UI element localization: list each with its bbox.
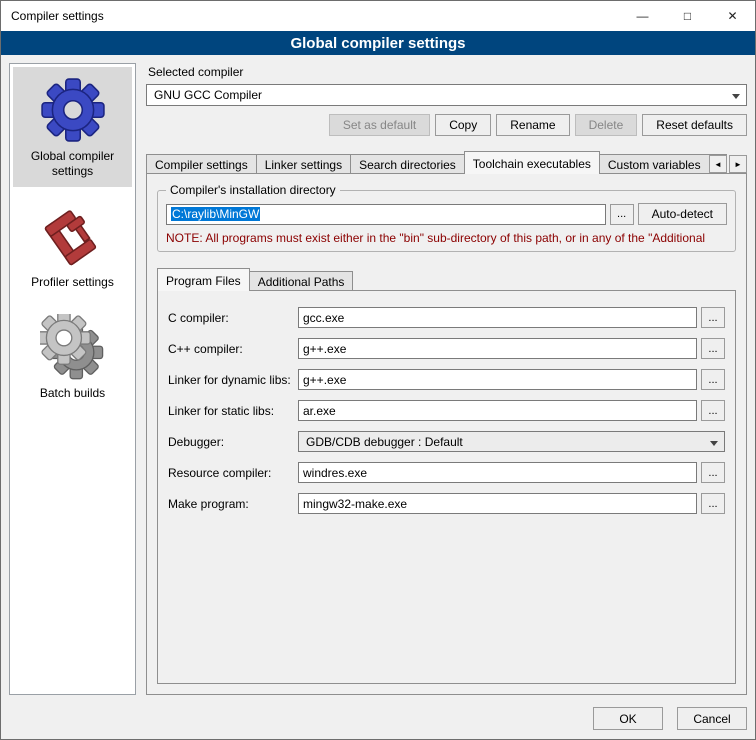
tab-scrollers: ◄ ► — [709, 155, 747, 173]
field-value: windres.exe — [303, 466, 367, 480]
c-compiler-input[interactable]: gcc.exe — [298, 307, 697, 328]
reset-defaults-button[interactable]: Reset defaults — [642, 114, 747, 136]
tab-scroll-right-icon[interactable]: ► — [729, 155, 747, 173]
window-title: Compiler settings — [1, 9, 620, 23]
installation-directory-row: C:\raylib\MinGW ... Auto-detect — [166, 203, 727, 225]
resource-compiler-browse-button[interactable]: ... — [701, 462, 725, 483]
page-title: Global compiler settings — [1, 31, 755, 55]
settings-category-list: Global compiler settings Profiler settin… — [9, 63, 136, 695]
ok-button[interactable]: OK — [593, 707, 663, 730]
field-value: gcc.exe — [303, 311, 344, 325]
cpp-compiler-browse-button[interactable]: ... — [701, 338, 725, 359]
linker-dynamic-input[interactable]: g++.exe — [298, 369, 697, 390]
linker-static-input[interactable]: ar.exe — [298, 400, 697, 421]
tab-scroll-left-icon[interactable]: ◄ — [709, 155, 727, 173]
field-row-linker-static: Linker for static libs: ar.exe ... — [168, 400, 725, 421]
main-area: Global compiler settings Profiler settin… — [1, 55, 755, 703]
dialog-footer: OK Cancel — [1, 703, 755, 739]
field-row-c-compiler: C compiler: gcc.exe ... — [168, 307, 725, 328]
tab-linker-settings[interactable]: Linker settings — [256, 154, 351, 174]
linker-dynamic-browse-button[interactable]: ... — [701, 369, 725, 390]
chevron-down-icon — [732, 94, 740, 99]
delete-button: Delete — [575, 114, 638, 136]
c-compiler-browse-button[interactable]: ... — [701, 307, 725, 328]
installation-directory-input[interactable]: C:\raylib\MinGW — [166, 204, 606, 225]
auto-detect-button[interactable]: Auto-detect — [638, 203, 727, 225]
field-value: g++.exe — [303, 373, 346, 387]
bin-subdirectory-note: NOTE: All programs must exist either in … — [166, 231, 727, 245]
tab-custom-variables[interactable]: Custom variables — [599, 154, 710, 174]
field-label: Linker for dynamic libs: — [168, 373, 298, 387]
make-program-browse-button[interactable]: ... — [701, 493, 725, 514]
program-files-tab-strip: Program Files Additional Paths — [157, 268, 736, 291]
tab-search-directories[interactable]: Search directories — [350, 154, 465, 174]
field-label: Linker for static libs: — [168, 404, 298, 418]
chevron-down-icon — [710, 441, 718, 446]
field-row-resource-compiler: Resource compiler: windres.exe ... — [168, 462, 725, 483]
copy-button[interactable]: Copy — [435, 114, 491, 136]
set-as-default-button: Set as default — [329, 114, 430, 136]
minimize-button[interactable]: — — [620, 1, 665, 31]
rename-button[interactable]: Rename — [496, 114, 569, 136]
selected-compiler-value: GNU GCC Compiler — [154, 88, 262, 102]
field-label: Debugger: — [168, 435, 298, 449]
resource-compiler-input[interactable]: windres.exe — [298, 462, 697, 483]
compiler-actions: Set as default Copy Rename Delete Reset … — [146, 114, 747, 136]
field-label: C++ compiler: — [168, 342, 298, 356]
debugger-select[interactable]: GDB/CDB debugger : Default — [298, 431, 725, 452]
title-bar: Compiler settings — □ ✕ — [1, 1, 755, 31]
make-program-input[interactable]: mingw32-make.exe — [298, 493, 697, 514]
installation-directory-value: C:\raylib\MinGW — [171, 207, 260, 221]
sidebar-item-batch-builds[interactable]: Batch builds — [13, 304, 132, 409]
selected-compiler-label: Selected compiler — [148, 65, 747, 79]
blue-gear-icon — [40, 77, 106, 143]
linker-static-browse-button[interactable]: ... — [701, 400, 725, 421]
toolchain-executables-page: Compiler's installation directory C:\ray… — [146, 173, 747, 695]
installation-directory-group-title: Compiler's installation directory — [166, 183, 340, 197]
field-value: ar.exe — [303, 404, 336, 418]
sidebar-item-label: Global compiler settings — [15, 149, 130, 179]
field-label: Make program: — [168, 497, 298, 511]
sidebar-item-label: Profiler settings — [31, 275, 114, 290]
selected-compiler-select[interactable]: GNU GCC Compiler — [146, 84, 747, 106]
sidebar-item-label: Batch builds — [40, 386, 105, 401]
sidebar-item-profiler-settings[interactable]: Profiler settings — [13, 193, 132, 298]
tab-toolchain-executables[interactable]: Toolchain executables — [464, 151, 600, 174]
tab-compiler-settings[interactable]: Compiler settings — [146, 154, 257, 174]
installation-directory-browse-button[interactable]: ... — [610, 204, 634, 225]
settings-tab-strip: Compiler settings Linker settings Search… — [146, 151, 747, 174]
field-value: g++.exe — [303, 342, 346, 356]
profiler-tool-icon — [40, 203, 106, 269]
close-button[interactable]: ✕ — [710, 1, 755, 31]
compiler-settings-dialog: Compiler settings — □ ✕ Global compiler … — [0, 0, 756, 740]
tab-program-files[interactable]: Program Files — [157, 268, 250, 291]
field-row-linker-dynamic: Linker for dynamic libs: g++.exe ... — [168, 369, 725, 390]
maximize-button[interactable]: □ — [665, 1, 710, 31]
field-value: mingw32-make.exe — [303, 497, 407, 511]
field-row-cpp-compiler: C++ compiler: g++.exe ... — [168, 338, 725, 359]
sidebar-item-global-compiler-settings[interactable]: Global compiler settings — [13, 67, 132, 187]
installation-directory-group: Compiler's installation directory C:\ray… — [157, 190, 736, 252]
field-row-make-program: Make program: mingw32-make.exe ... — [168, 493, 725, 514]
debugger-value: GDB/CDB debugger : Default — [306, 435, 463, 449]
global-compiler-settings-panel: Selected compiler GNU GCC Compiler Set a… — [146, 63, 747, 695]
field-label: Resource compiler: — [168, 466, 298, 480]
tab-additional-paths[interactable]: Additional Paths — [249, 271, 354, 291]
program-files-page: C compiler: gcc.exe ... C++ compiler: g+… — [157, 290, 736, 684]
field-row-debugger: Debugger: GDB/CDB debugger : Default — [168, 431, 725, 452]
field-label: C compiler: — [168, 311, 298, 325]
gray-gears-icon — [40, 314, 106, 380]
cancel-button[interactable]: Cancel — [677, 707, 747, 730]
cpp-compiler-input[interactable]: g++.exe — [298, 338, 697, 359]
